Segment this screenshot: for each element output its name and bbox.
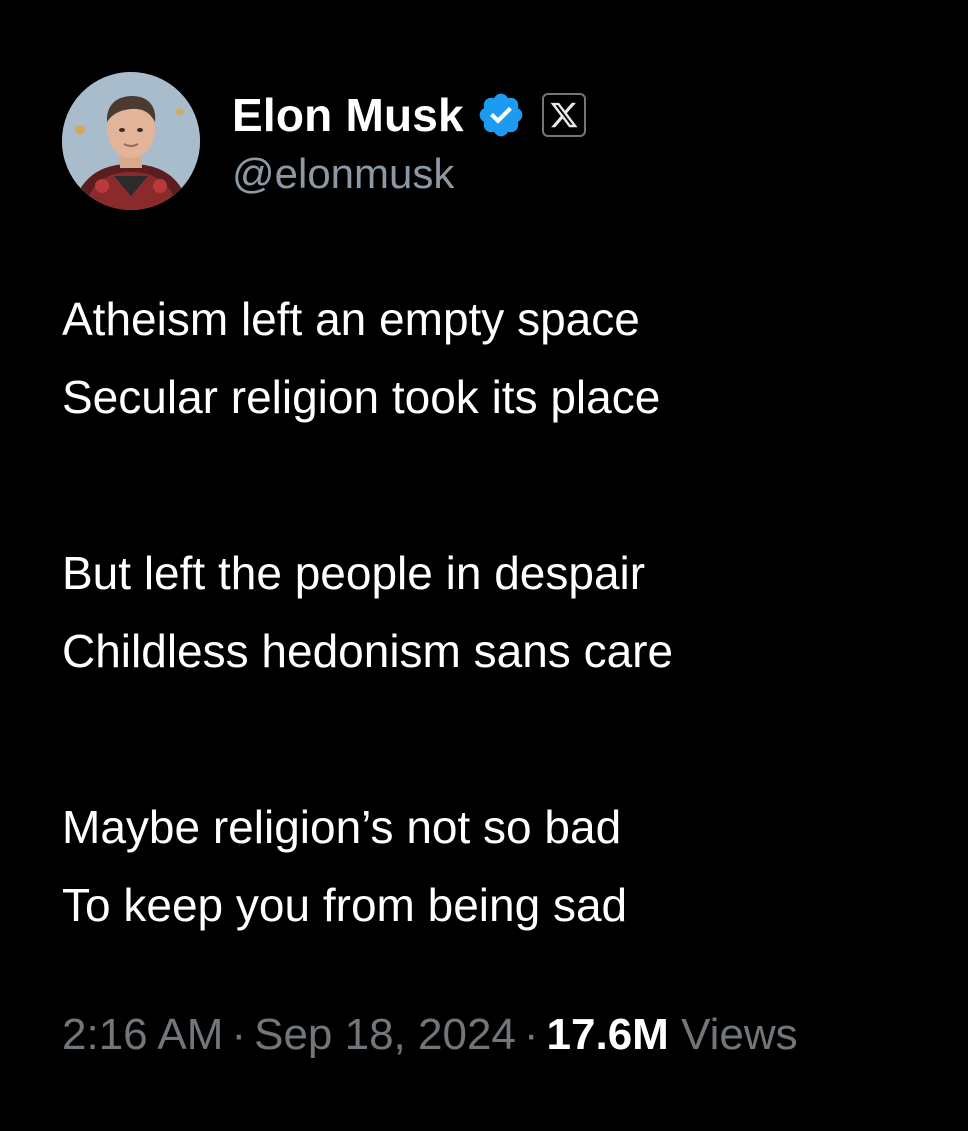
tweet-text: Atheism left an empty space Secular reli… [62,280,942,944]
name-row: Elon Musk [232,84,586,146]
meta-separator: · [523,1010,539,1059]
stanza: Maybe religion’s not so bad To keep you … [62,788,942,944]
tweet-date[interactable]: Sep 18, 2024 [254,1010,516,1059]
tweet-line: To keep you from being sad [62,879,628,931]
tweet-time[interactable]: 2:16 AM [62,1010,223,1059]
views-label: Views [681,1010,798,1059]
tweet-header: Elon Musk @elonmusk [62,72,586,210]
tweet-metadata: 2:16 AM · Sep 18, 2024 · 17.6M Views [62,1010,798,1060]
stanza: Atheism left an empty space Secular reli… [62,280,942,436]
tweet-line: But left the people in despair [62,547,646,599]
tweet-line: Maybe religion’s not so bad [62,801,622,853]
x-logo-icon[interactable] [541,93,586,137]
views-count[interactable]: 17.6M [547,1010,669,1059]
meta-separator: · [231,1010,247,1059]
tweet-line: Secular religion took its place [62,371,661,423]
author-identity: Elon Musk @elonmusk [232,84,586,198]
tweet-card: Elon Musk @elonmusk Atheism left an empt… [0,0,968,1131]
stanza: But left the people in despair Childless… [62,534,942,690]
avatar[interactable] [62,72,200,210]
verified-badge-icon[interactable] [476,90,526,140]
tweet-line: Childless hedonism sans care [62,625,674,677]
tweet-line: Atheism left an empty space [62,293,640,345]
avatar-image [62,72,200,210]
author-handle[interactable]: @elonmusk [232,150,586,198]
author-display-name[interactable]: Elon Musk [232,88,464,142]
